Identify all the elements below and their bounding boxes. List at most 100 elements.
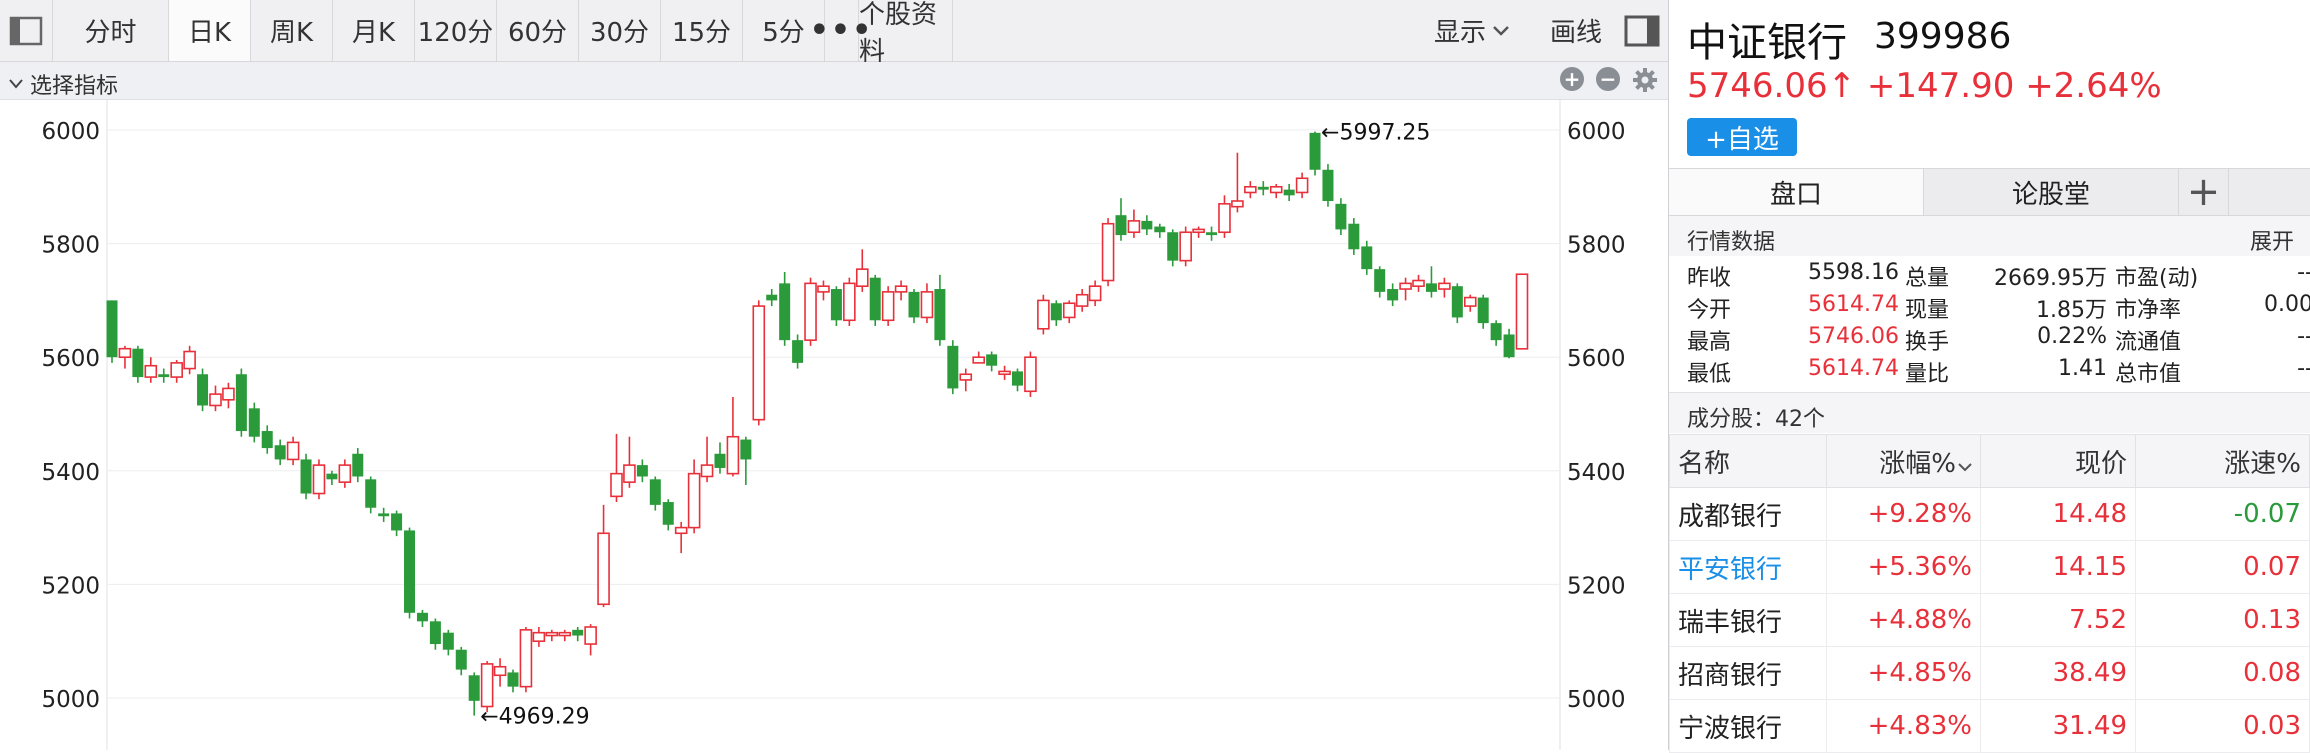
- stock-name-cell: 平安银行: [1669, 540, 1827, 594]
- market-value: 1.85万: [2036, 298, 2107, 323]
- candle-body-up: [1127, 220, 1141, 234]
- tab-period[interactable]: 30分: [579, 0, 661, 61]
- stock-name-cell: 宁波银行: [1669, 699, 1827, 753]
- table-row[interactable]: 瑞丰银行 +4.88% 7.52 0.13: [1669, 593, 2310, 647]
- candle-body-up: [597, 532, 610, 606]
- stock-name: 中证银行: [1687, 20, 1847, 66]
- candle-body-up: [1088, 285, 1102, 302]
- candle-body-down: [1477, 297, 1489, 324]
- add-favorite-button[interactable]: +自选: [1687, 118, 1797, 156]
- market-value: 0.22%: [2037, 324, 2107, 349]
- tab-forum[interactable]: 论股堂: [1924, 169, 2179, 215]
- market-label: 市盈(动): [2115, 266, 2199, 291]
- tab-period[interactable]: 月K: [333, 0, 415, 61]
- candle-body-down: [248, 408, 260, 437]
- table-row[interactable]: 宁波银行 +4.83% 31.49 0.03: [1669, 699, 2310, 753]
- market-value: 5614.74: [1808, 356, 1899, 381]
- toggle-right-panel-button[interactable]: [1620, 15, 1668, 47]
- zoom-in-icon[interactable]: +: [1560, 67, 1584, 91]
- y-tick-label-right: 5400: [1567, 460, 1626, 486]
- y-tick-label-left: 5800: [41, 233, 100, 259]
- candle-body-up: [804, 282, 817, 341]
- stock-name-cell: 招商银行: [1669, 646, 1827, 700]
- candle-body-up: [972, 356, 985, 364]
- candle-body-down: [766, 294, 778, 301]
- expand-button[interactable]: 展开: [2250, 224, 2294, 256]
- candle-body-down: [792, 340, 804, 363]
- market-label: 总量: [1905, 266, 1950, 291]
- tab-period[interactable]: 日K: [169, 0, 251, 61]
- market-value: 0.00: [2264, 292, 2310, 317]
- col-change-pct[interactable]: 涨幅%: [1826, 434, 1981, 488]
- tab-period[interactable]: 分时: [53, 0, 169, 61]
- market-value: 5614.74: [1808, 292, 1899, 317]
- col-price[interactable]: 现价: [1980, 434, 2136, 488]
- candlestick-chart[interactable]: 6000 6000 5800 5800 5600 5600 5400 5400 5200 5200…: [0, 100, 1668, 750]
- market-data-header: 行情数据 展开: [1669, 216, 2310, 256]
- candle-body-down: [1309, 132, 1321, 170]
- candle-body-up: [623, 464, 636, 483]
- components-title: 成分股：42个: [1687, 407, 1825, 432]
- candle-body-up: [170, 362, 183, 378]
- col-speed[interactable]: 涨速%: [2135, 434, 2310, 488]
- price-cell: 31.49: [1980, 699, 2136, 753]
- add-tab-icon[interactable]: +: [2179, 169, 2229, 215]
- market-label: 市净率: [2115, 298, 2182, 323]
- tab-period[interactable]: 周K: [251, 0, 333, 61]
- market-label: 流通值: [2115, 330, 2182, 355]
- market-label: 总市值: [2115, 362, 2182, 387]
- candle-body-down: [779, 283, 791, 341]
- candle-body-up: [687, 472, 701, 529]
- market-value: 5746.06: [1808, 324, 1899, 349]
- toolbar-right: 显示 画线: [1420, 0, 1668, 61]
- candle-body-down: [908, 291, 920, 318]
- y-tick-label-right: 6000: [1567, 119, 1626, 145]
- display-menu-button[interactable]: 显示: [1420, 12, 1524, 49]
- price-line: 5746.06↑ +147.90 +2.64%: [1687, 66, 2162, 106]
- candle-body-up: [1244, 186, 1257, 194]
- candle-body-down: [1503, 334, 1515, 358]
- candle-body-up: [843, 282, 856, 322]
- candle-body-down: [830, 289, 842, 321]
- more-tab-button[interactable]: •••: [810, 0, 871, 61]
- candle-body-up: [286, 441, 300, 461]
- candle-body-up: [1438, 282, 1451, 290]
- tab-period[interactable]: 个股资料: [859, 0, 953, 67]
- candle-body-down: [636, 465, 648, 477]
- speed-cell: 0.07: [2135, 540, 2310, 594]
- candle-body-down: [326, 473, 338, 480]
- select-indicator-button[interactable]: 选择指标: [8, 68, 118, 100]
- tab-period[interactable]: 60分: [497, 0, 579, 61]
- y-tick-label-right: 5000: [1567, 687, 1626, 713]
- table-row[interactable]: 招商银行 +4.85% 38.49 0.08: [1669, 646, 2310, 700]
- table-row[interactable]: 成都银行 +9.28% 14.48 -0.07: [1669, 487, 2310, 541]
- candle-body-up: [817, 285, 830, 293]
- display-label: 显示: [1433, 18, 1486, 48]
- table-row[interactable]: 平安银行 +5.36% 14.15 0.07: [1669, 540, 2310, 594]
- candle-body-down: [507, 672, 519, 687]
- tab-period[interactable]: 120分: [415, 0, 497, 61]
- draw-line-button[interactable]: 画线: [1524, 12, 1620, 49]
- market-label: 量比: [1905, 362, 1950, 387]
- tab-orderbook[interactable]: 盘口: [1669, 169, 1924, 215]
- speed-cell: 0.13: [2135, 593, 2310, 647]
- market-label: 最高: [1687, 330, 1732, 355]
- stock-code: 399986: [1874, 16, 2012, 57]
- col-name[interactable]: 名称: [1669, 434, 1827, 488]
- candle-body-up: [881, 291, 895, 322]
- candle-body-down: [740, 439, 752, 460]
- candle-body-up: [752, 305, 766, 421]
- stock-name-cell: 成都银行: [1669, 487, 1827, 541]
- market-label: 换手: [1905, 330, 1950, 355]
- table-header-row: 名称 涨幅% 现价 涨速%: [1669, 434, 2310, 488]
- zoom-out-icon[interactable]: −: [1596, 67, 1620, 91]
- candle-body-up: [1062, 302, 1076, 319]
- candle-body-down: [132, 348, 144, 378]
- sidebar-toggle-icon: [9, 16, 43, 45]
- toggle-left-panel-button[interactable]: [0, 0, 53, 61]
- tab-period[interactable]: 15分: [661, 0, 743, 61]
- change-pct-cell: +4.83%: [1826, 699, 1981, 753]
- stock-name-cell: 瑞丰银行: [1669, 593, 1827, 647]
- settings-icon[interactable]: [1632, 67, 1658, 93]
- y-tick-label-left: 5400: [41, 460, 100, 486]
